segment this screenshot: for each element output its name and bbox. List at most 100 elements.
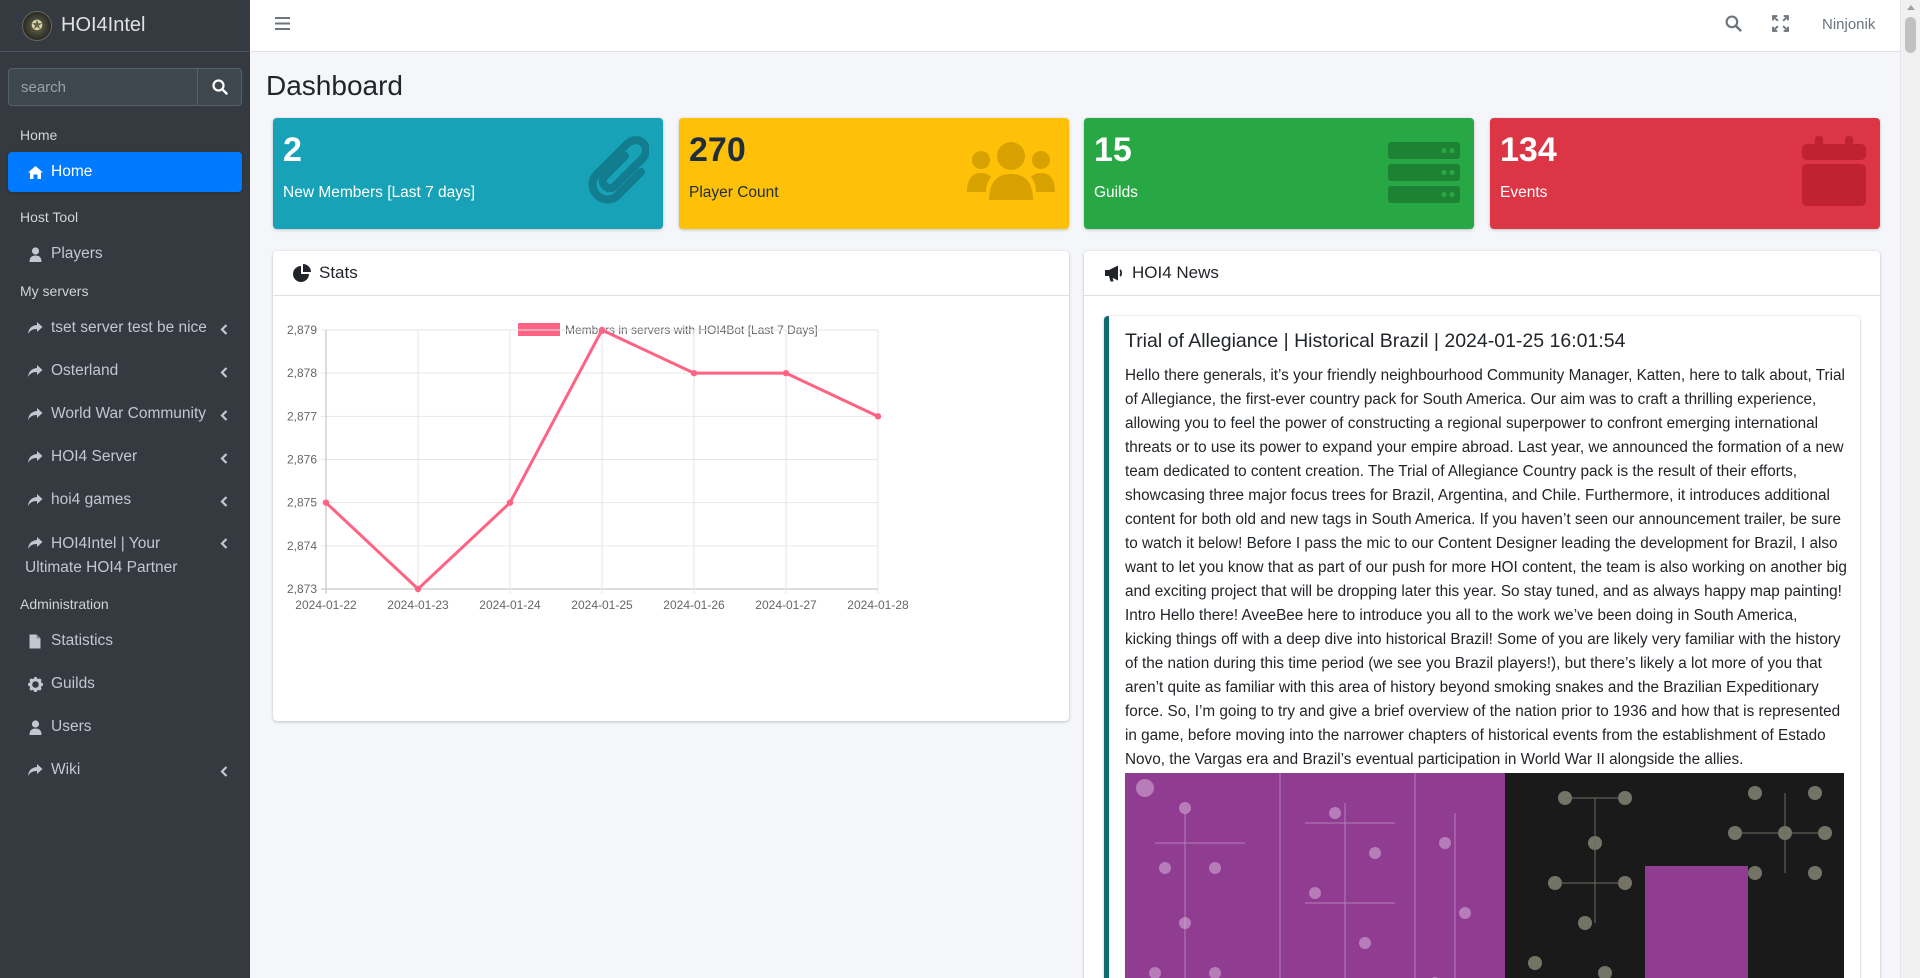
sidebar-item-label: World War Community <box>51 405 207 422</box>
sidebar-item-players[interactable]: Players <box>8 234 242 274</box>
info-box-label: Guilds <box>1094 184 1138 201</box>
sidebar-item-label: hoi4 games <box>51 491 132 508</box>
chart-point[interactable] <box>874 413 882 420</box>
sidebar-item-server-3[interactable]: World War Community <box>8 394 242 434</box>
home-icon <box>25 165 45 180</box>
user-menu[interactable]: Ninjonik <box>1822 16 1875 33</box>
y-tick-label: 2,875 <box>287 496 317 510</box>
page-title: Dashboard <box>266 70 403 101</box>
news-card: HOI4 News Trial of Allegiance | Historic… <box>1084 251 1880 978</box>
stats-card-header: Stats <box>273 251 1069 296</box>
info-box-value: 2 <box>283 131 302 169</box>
chart-point[interactable] <box>782 369 790 377</box>
sidebar-item-label: Players <box>51 245 103 262</box>
info-box-value: 134 <box>1500 131 1557 169</box>
sidebar-item-label: Guilds <box>51 675 95 692</box>
chevron-left-icon <box>220 322 228 340</box>
sidebar-item-server-1[interactable]: tset server test be nice <box>8 308 242 348</box>
sidebar-item-guilds[interactable]: Guilds <box>8 664 242 704</box>
chevron-left-icon <box>220 764 228 782</box>
info-box-value: 15 <box>1094 131 1132 169</box>
focus-tree-graphic <box>1136 773 1832 978</box>
sidebar-item-label: Statistics <box>51 632 114 649</box>
sidebar-item-wiki[interactable]: Wiki <box>8 750 242 790</box>
sidebar-search <box>8 68 242 106</box>
news-item-title[interactable]: Trial of Allegiance | Historical Brazil … <box>1125 330 1625 353</box>
y-tick-label: 2,879 <box>287 323 317 337</box>
sidebar-search-input[interactable] <box>8 68 197 106</box>
navbar-search-icon[interactable] <box>1725 15 1742 37</box>
server-icon <box>1388 142 1460 209</box>
nav-header-home: Home <box>20 127 58 143</box>
search-icon <box>211 79 228 95</box>
stats-card: Stats Members in servers with HOI4Bot [L… <box>273 251 1069 721</box>
x-tick-label: 2024-01-28 <box>847 598 909 612</box>
sidebar-item-label: Wiki <box>51 761 81 778</box>
sidebar-item-home[interactable]: Home <box>8 152 242 192</box>
brand-name: HOI4Intel <box>61 14 146 36</box>
menu-toggle-icon[interactable] <box>275 17 290 35</box>
sidebar-item-label: Osterland <box>51 362 119 379</box>
chart-point[interactable] <box>414 585 422 593</box>
info-box-label: Events <box>1500 184 1548 201</box>
sidebar-search-button[interactable] <box>197 68 242 106</box>
chevron-left-icon <box>220 408 228 426</box>
info-box-new-members: 2 New Members [Last 7 days] <box>273 118 663 229</box>
chevron-left-icon <box>220 365 228 383</box>
chart-x-axis: 2024-01-22 2024-01-23 2024-01-24 2024-01-25… <box>295 598 909 612</box>
calendar-icon <box>1802 136 1866 211</box>
chart-point[interactable] <box>322 499 330 506</box>
sidebar-item-server-4[interactable]: HOI4 Server <box>8 437 242 477</box>
chart-point[interactable] <box>598 326 606 334</box>
chevron-left-icon <box>220 451 228 469</box>
sidebar-item-label: HOI4Intel | Your Ultimate HOI4 Partner <box>25 535 178 576</box>
user-icon <box>25 719 45 735</box>
sidebar-item-label: Home <box>51 163 93 180</box>
news-card-title: HOI4 News <box>1132 263 1219 282</box>
info-box-events: 134 Events <box>1490 118 1880 229</box>
news-item-body: Hello there generals, it’s your friendly… <box>1125 367 1847 768</box>
chart-point[interactable] <box>690 369 698 377</box>
sidebar-item-server-5[interactable]: hoi4 games <box>8 480 242 520</box>
chevron-left-icon <box>220 536 228 554</box>
info-box-label: New Members [Last 7 days] <box>283 184 476 201</box>
paperclip-icon <box>583 134 650 213</box>
x-tick-label: 2024-01-22 <box>295 598 357 612</box>
sidebar-item-server-6[interactable]: HOI4Intel | Your Ultimate HOI4 Partner <box>8 523 242 583</box>
x-tick-label: 2024-01-24 <box>479 598 541 612</box>
y-tick-label: 2,874 <box>287 539 317 553</box>
brand-link[interactable]: ✪ HOI4Intel <box>0 0 250 52</box>
sidebar-item-users[interactable]: Users <box>8 707 242 747</box>
chevron-left-icon <box>220 494 228 512</box>
user-icon <box>25 246 45 262</box>
x-tick-label: 2024-01-27 <box>755 598 817 612</box>
share-icon <box>25 407 45 421</box>
users-icon <box>967 140 1055 205</box>
page-scrollbar[interactable] <box>1900 0 1920 978</box>
chart-y-axis: 2,873 2,874 2,875 2,876 2,877 2,878 2,879 <box>287 323 317 596</box>
y-tick-label: 2,878 <box>287 366 317 380</box>
sidebar-item-label: Users <box>51 718 92 735</box>
info-box-guilds: 15 Guilds <box>1084 118 1474 229</box>
fullscreen-icon[interactable] <box>1772 15 1789 37</box>
chart-point[interactable] <box>506 499 514 506</box>
info-box-player-count: 270 Player Count <box>679 118 1069 229</box>
nav-header-my-servers: My servers <box>20 283 89 299</box>
chart-grid <box>321 329 879 594</box>
nav-header-administration: Administration <box>20 596 109 612</box>
x-tick-label: 2024-01-23 <box>387 598 449 612</box>
sidebar-item-server-2[interactable]: Osterland <box>8 351 242 391</box>
sidebar-item-label: tset server test be nice <box>51 319 207 336</box>
stats-line-chart: Members in servers with HOI4Bot [Last 7 … <box>287 323 909 612</box>
share-icon <box>25 364 45 378</box>
scroll-thumb[interactable] <box>1905 17 1916 53</box>
news-card-header: HOI4 News <box>1084 251 1880 296</box>
sidebar-item-label: HOI4 Server <box>51 448 138 465</box>
share-icon <box>25 763 45 777</box>
news-item: Trial of Allegiance | Historical Brazil … <box>1104 316 1860 978</box>
sidebar-item-statistics[interactable]: Statistics <box>8 621 242 661</box>
sidebar: ✪ HOI4Intel Home Home Host Tool Players … <box>0 0 250 978</box>
info-box-label: Player Count <box>689 184 779 201</box>
gear-icon <box>25 676 45 692</box>
scroll-up-arrow-icon[interactable] <box>1907 5 1915 10</box>
